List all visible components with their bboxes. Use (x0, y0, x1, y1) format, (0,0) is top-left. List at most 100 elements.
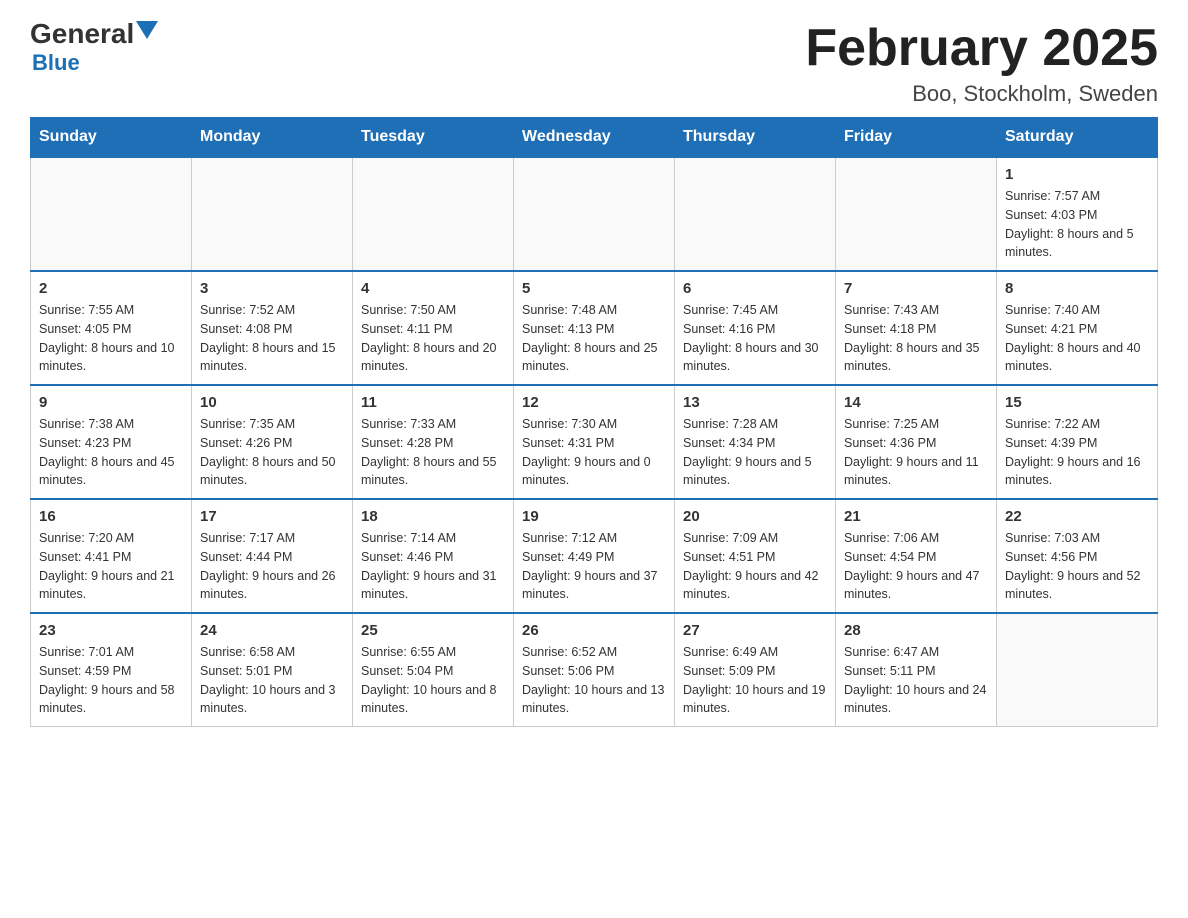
calendar-day-cell: 10 Sunrise: 7:35 AM Sunset: 4:26 PM Dayli… (192, 385, 353, 499)
calendar-day-cell: 13 Sunrise: 7:28 AM Sunset: 4:34 PM Dayli… (675, 385, 836, 499)
day-info: Sunrise: 7:14 AM Sunset: 4:46 PM Dayligh… (361, 529, 505, 604)
day-info: Sunrise: 7:01 AM Sunset: 4:59 PM Dayligh… (39, 643, 183, 718)
logo-blue-text: Blue (32, 50, 80, 76)
calendar-day-cell: 21 Sunrise: 7:06 AM Sunset: 4:54 PM Dayli… (836, 499, 997, 613)
calendar-table: SundayMondayTuesdayWednesdayThursdayFrid… (30, 117, 1158, 727)
calendar-day-cell (997, 613, 1158, 727)
calendar-day-cell: 28 Sunrise: 6:47 AM Sunset: 5:11 PM Dayli… (836, 613, 997, 727)
calendar-header-row: SundayMondayTuesdayWednesdayThursdayFrid… (31, 118, 1158, 158)
day-info: Sunrise: 7:20 AM Sunset: 4:41 PM Dayligh… (39, 529, 183, 604)
day-number: 28 (844, 622, 988, 639)
calendar-day-cell: 14 Sunrise: 7:25 AM Sunset: 4:36 PM Dayli… (836, 385, 997, 499)
calendar-day-cell: 7Sunrise: 7:43 AM Sunset: 4:18 PM Daylig… (836, 271, 997, 385)
day-info: Sunrise: 6:55 AM Sunset: 5:04 PM Dayligh… (361, 643, 505, 718)
calendar-header-saturday: Saturday (997, 118, 1158, 158)
day-number: 14 (844, 394, 988, 411)
calendar-header-sunday: Sunday (31, 118, 192, 158)
day-info: Sunrise: 7:22 AM Sunset: 4:39 PM Dayligh… (1005, 415, 1149, 490)
calendar-day-cell: 24 Sunrise: 6:58 AM Sunset: 5:01 PM Dayli… (192, 613, 353, 727)
calendar-header-wednesday: Wednesday (514, 118, 675, 158)
calendar-day-cell: 26 Sunrise: 6:52 AM Sunset: 5:06 PM Dayli… (514, 613, 675, 727)
calendar-week-row: 1Sunrise: 7:57 AM Sunset: 4:03 PM Daylig… (31, 157, 1158, 271)
calendar-day-cell: 1Sunrise: 7:57 AM Sunset: 4:03 PM Daylig… (997, 157, 1158, 271)
day-number: 12 (522, 394, 666, 411)
day-number: 15 (1005, 394, 1149, 411)
calendar-day-cell (31, 157, 192, 271)
day-info: Sunrise: 7:33 AM Sunset: 4:28 PM Dayligh… (361, 415, 505, 490)
calendar-header-monday: Monday (192, 118, 353, 158)
calendar-day-cell: 4 Sunrise: 7:50 AM Sunset: 4:11 PM Daylig… (353, 271, 514, 385)
day-number: 26 (522, 622, 666, 639)
calendar-day-cell: 3 Sunrise: 7:52 AM Sunset: 4:08 PM Daylig… (192, 271, 353, 385)
day-info: Sunrise: 7:52 AM Sunset: 4:08 PM Dayligh… (200, 301, 344, 376)
calendar-day-cell: 15 Sunrise: 7:22 AM Sunset: 4:39 PM Dayli… (997, 385, 1158, 499)
calendar-day-cell: 27 Sunrise: 6:49 AM Sunset: 5:09 PM Dayli… (675, 613, 836, 727)
day-number: 13 (683, 394, 827, 411)
day-info: Sunrise: 7:40 AM Sunset: 4:21 PM Dayligh… (1005, 301, 1149, 376)
calendar-day-cell: 18 Sunrise: 7:14 AM Sunset: 4:46 PM Dayli… (353, 499, 514, 613)
day-info: Sunrise: 7:06 AM Sunset: 4:54 PM Dayligh… (844, 529, 988, 604)
day-info: Sunrise: 7:48 AM Sunset: 4:13 PM Dayligh… (522, 301, 666, 376)
day-number: 22 (1005, 508, 1149, 525)
calendar-day-cell: 19Sunrise: 7:12 AM Sunset: 4:49 PM Dayli… (514, 499, 675, 613)
day-info: Sunrise: 7:03 AM Sunset: 4:56 PM Dayligh… (1005, 529, 1149, 604)
calendar-day-cell (836, 157, 997, 271)
day-number: 17 (200, 508, 344, 525)
day-number: 4 (361, 280, 505, 297)
day-info: Sunrise: 7:12 AM Sunset: 4:49 PM Dayligh… (522, 529, 666, 604)
calendar-day-cell: 6 Sunrise: 7:45 AM Sunset: 4:16 PM Daylig… (675, 271, 836, 385)
day-number: 21 (844, 508, 988, 525)
day-number: 23 (39, 622, 183, 639)
calendar-day-cell: 5 Sunrise: 7:48 AM Sunset: 4:13 PM Daylig… (514, 271, 675, 385)
calendar-header-friday: Friday (836, 118, 997, 158)
page-header: General Blue February 2025 Boo, Stockhol… (30, 20, 1158, 107)
title-block: February 2025 Boo, Stockholm, Sweden (805, 20, 1158, 107)
calendar-day-cell: 25 Sunrise: 6:55 AM Sunset: 5:04 PM Dayli… (353, 613, 514, 727)
day-number: 27 (683, 622, 827, 639)
day-number: 7 (844, 280, 988, 297)
calendar-day-cell: 8Sunrise: 7:40 AM Sunset: 4:21 PM Daylig… (997, 271, 1158, 385)
calendar-day-cell (514, 157, 675, 271)
day-info: Sunrise: 7:45 AM Sunset: 4:16 PM Dayligh… (683, 301, 827, 376)
day-info: Sunrise: 7:57 AM Sunset: 4:03 PM Dayligh… (1005, 187, 1149, 262)
day-info: Sunrise: 6:58 AM Sunset: 5:01 PM Dayligh… (200, 643, 344, 718)
day-info: Sunrise: 7:30 AM Sunset: 4:31 PM Dayligh… (522, 415, 666, 490)
day-info: Sunrise: 7:25 AM Sunset: 4:36 PM Dayligh… (844, 415, 988, 490)
calendar-header-thursday: Thursday (675, 118, 836, 158)
day-info: Sunrise: 7:35 AM Sunset: 4:26 PM Dayligh… (200, 415, 344, 490)
day-number: 6 (683, 280, 827, 297)
day-info: Sunrise: 6:49 AM Sunset: 5:09 PM Dayligh… (683, 643, 827, 718)
calendar-day-cell: 23 Sunrise: 7:01 AM Sunset: 4:59 PM Dayli… (31, 613, 192, 727)
calendar-week-row: 16 Sunrise: 7:20 AM Sunset: 4:41 PM Dayli… (31, 499, 1158, 613)
day-number: 3 (200, 280, 344, 297)
calendar-day-cell: 20 Sunrise: 7:09 AM Sunset: 4:51 PM Dayli… (675, 499, 836, 613)
day-number: 24 (200, 622, 344, 639)
day-info: Sunrise: 7:38 AM Sunset: 4:23 PM Dayligh… (39, 415, 183, 490)
calendar-day-cell: 22 Sunrise: 7:03 AM Sunset: 4:56 PM Dayli… (997, 499, 1158, 613)
day-number: 11 (361, 394, 505, 411)
day-info: Sunrise: 7:50 AM Sunset: 4:11 PM Dayligh… (361, 301, 505, 376)
day-info: Sunrise: 7:17 AM Sunset: 4:44 PM Dayligh… (200, 529, 344, 604)
calendar-day-cell: 16 Sunrise: 7:20 AM Sunset: 4:41 PM Dayli… (31, 499, 192, 613)
day-number: 20 (683, 508, 827, 525)
day-info: Sunrise: 7:28 AM Sunset: 4:34 PM Dayligh… (683, 415, 827, 490)
day-info: Sunrise: 7:09 AM Sunset: 4:51 PM Dayligh… (683, 529, 827, 604)
day-info: Sunrise: 7:55 AM Sunset: 4:05 PM Dayligh… (39, 301, 183, 376)
calendar-header-tuesday: Tuesday (353, 118, 514, 158)
logo: General Blue (30, 20, 158, 76)
calendar-day-cell: 11 Sunrise: 7:33 AM Sunset: 4:28 PM Dayli… (353, 385, 514, 499)
logo-general-text: General (30, 20, 134, 48)
day-info: Sunrise: 6:47 AM Sunset: 5:11 PM Dayligh… (844, 643, 988, 718)
calendar-week-row: 2 Sunrise: 7:55 AM Sunset: 4:05 PM Daylig… (31, 271, 1158, 385)
day-info: Sunrise: 6:52 AM Sunset: 5:06 PM Dayligh… (522, 643, 666, 718)
calendar-day-cell: 9Sunrise: 7:38 AM Sunset: 4:23 PM Daylig… (31, 385, 192, 499)
day-number: 2 (39, 280, 183, 297)
day-number: 18 (361, 508, 505, 525)
logo-triangle-icon (136, 21, 158, 39)
calendar-day-cell (353, 157, 514, 271)
day-number: 5 (522, 280, 666, 297)
day-number: 10 (200, 394, 344, 411)
calendar-week-row: 9Sunrise: 7:38 AM Sunset: 4:23 PM Daylig… (31, 385, 1158, 499)
day-number: 16 (39, 508, 183, 525)
day-number: 25 (361, 622, 505, 639)
